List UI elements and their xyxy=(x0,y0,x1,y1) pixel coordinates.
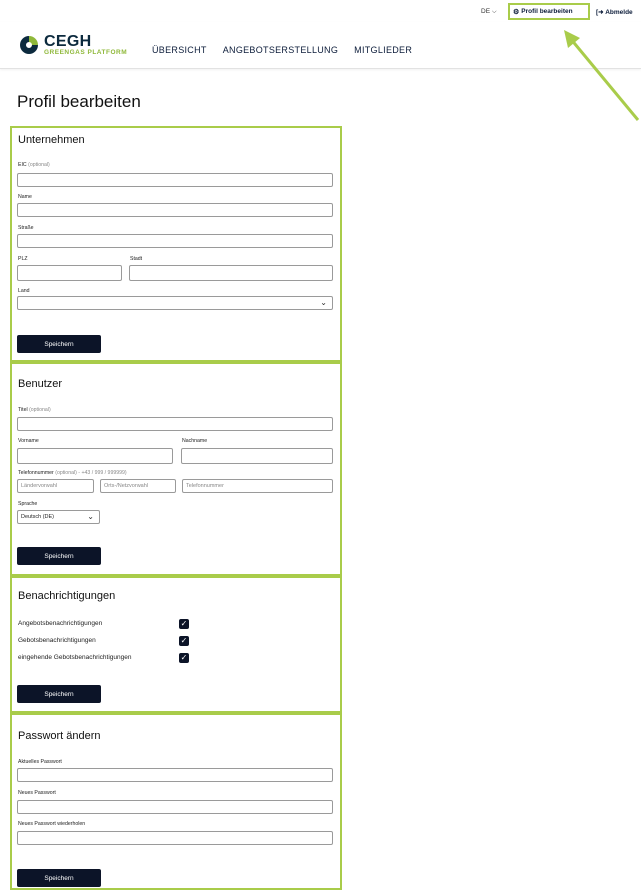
password-section: Passwort ändern Aktuelles Passwort Neues… xyxy=(10,713,342,890)
eic-input[interactable] xyxy=(17,173,333,187)
annotation-arrow-icon xyxy=(564,30,640,121)
city-input[interactable] xyxy=(129,265,333,281)
title-input[interactable] xyxy=(17,417,333,431)
offer-notifications-checkbox[interactable]: ✓ xyxy=(179,619,189,629)
nav-item-overview[interactable]: ÜBERSICHT xyxy=(152,45,207,55)
repeat-password-input[interactable] xyxy=(17,831,333,845)
repeat-password-label: Neues Passwort wiederholen xyxy=(18,821,86,827)
lastname-input[interactable] xyxy=(181,448,333,464)
check-icon: ✓ xyxy=(180,619,188,628)
logo-mark-icon xyxy=(18,34,40,56)
name-input[interactable] xyxy=(17,203,333,217)
phone-label: Telefonnummer (optional) - +43 / 999 / 9… xyxy=(18,470,127,476)
zip-input[interactable] xyxy=(17,265,122,281)
nav-item-offer-creation[interactable]: ANGEBOTSERSTELLUNG xyxy=(223,45,338,55)
incoming-bid-notifications-checkbox[interactable]: ✓ xyxy=(179,653,189,663)
nav-item-members[interactable]: MITGLIEDER xyxy=(354,45,412,55)
current-password-input[interactable] xyxy=(17,768,333,782)
main-header: CEGH GREENGAS PLATFORM ÜBERSICHT ANGEBOT… xyxy=(0,22,641,69)
country-code-input[interactable]: Ländervorwahl xyxy=(17,479,94,493)
company-save-button[interactable]: Speichern xyxy=(17,335,101,353)
street-input[interactable] xyxy=(17,234,333,248)
notifications-save-button[interactable]: Speichern xyxy=(17,685,101,703)
profile-edit-link[interactable]: ⚙ Profil bearbeiten xyxy=(508,3,590,20)
logo-subtitle: GREENGAS PLATFORM xyxy=(44,49,128,56)
chevron-down-icon: ⌄ xyxy=(320,298,327,307)
language-select[interactable]: Deutsch (DE) ⌄ xyxy=(17,510,100,524)
logout-icon: [➜ xyxy=(596,9,604,16)
name-label: Name xyxy=(18,194,32,200)
chevron-down-icon: ⌵ xyxy=(492,9,497,15)
check-icon: ✓ xyxy=(180,653,188,662)
language-select-value: Deutsch (DE) xyxy=(21,514,55,520)
bid-notifications-label: Gebotsbenachrichtigungen xyxy=(18,637,96,644)
gear-icon: ⚙ xyxy=(513,8,520,16)
user-section: Benutzer Titel (optional) Vorname Nachna… xyxy=(10,362,342,576)
page-title: Profil bearbeiten xyxy=(17,92,141,111)
current-password-label: Aktuelles Passwort xyxy=(18,759,62,765)
password-section-title: Passwort ändern xyxy=(18,730,101,742)
logout-link[interactable]: [➜ Abmelde xyxy=(596,8,633,16)
main-nav: ÜBERSICHT ANGEBOTSERSTELLUNG MITGLIEDER xyxy=(152,45,412,55)
user-section-title: Benutzer xyxy=(18,378,63,390)
chevron-down-icon: ⌄ xyxy=(87,512,94,521)
bid-notifications-checkbox[interactable]: ✓ xyxy=(179,636,189,646)
city-label: Stadt xyxy=(130,256,143,262)
notifications-section: Benachrichtigungen Angebotsbenachrichtig… xyxy=(10,576,342,713)
offer-notifications-label: Angebotsbenachrichtigungen xyxy=(18,620,103,627)
firstname-input[interactable] xyxy=(17,448,173,464)
language-selector[interactable]: DE ⌵ xyxy=(481,8,497,16)
incoming-bid-notifications-label: eingehende Gebotsbenachrichtigungen xyxy=(18,654,132,661)
area-code-input[interactable]: Orts-/Netzvorwahl xyxy=(100,479,176,493)
new-password-label: Neues Passwort xyxy=(18,790,56,796)
phone-number-input[interactable]: Telefonnummer xyxy=(182,479,333,493)
street-label: Straße xyxy=(18,225,34,231)
zip-label: PLZ xyxy=(18,256,28,262)
top-bar: DE ⌵ ⚙ Profil bearbeiten [➜ Abmelde xyxy=(0,0,641,22)
country-select[interactable]: ⌄ xyxy=(17,296,333,310)
user-save-button[interactable]: Speichern xyxy=(17,547,101,565)
company-section-title: Unternehmen xyxy=(18,134,85,146)
country-label: Land xyxy=(18,288,30,294)
company-section: Unternehmen EIC (optional) Name Straße P… xyxy=(10,126,342,362)
check-icon: ✓ xyxy=(180,636,188,645)
password-save-button[interactable]: Speichern xyxy=(17,869,101,887)
notifications-section-title: Benachrichtigungen xyxy=(18,590,116,602)
new-password-input[interactable] xyxy=(17,800,333,814)
logo-name: CEGH xyxy=(44,33,92,50)
eic-label: EIC (optional) xyxy=(18,162,50,168)
logo[interactable]: CEGH GREENGAS PLATFORM xyxy=(18,34,127,56)
lastname-label: Nachname xyxy=(182,438,208,444)
language-label: Sprache xyxy=(18,501,38,507)
firstname-label: Vorname xyxy=(18,438,39,444)
title-label: Titel (optional) xyxy=(18,407,51,413)
